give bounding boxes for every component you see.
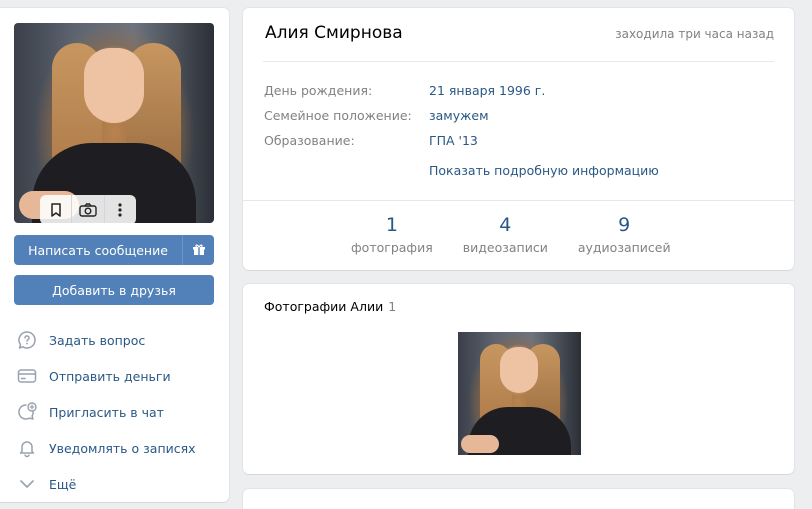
avatar-face <box>84 48 144 123</box>
menu-item-notify-posts[interactable]: Уведомлять о записях <box>16 430 216 466</box>
photo-thumbnail[interactable] <box>458 332 581 455</box>
info-key: Образование: <box>264 133 355 148</box>
counter-label: видеозаписи <box>462 240 548 255</box>
menu-item-label: Пригласить в чат <box>49 404 164 420</box>
left-column-card: Написать сообщение Добавить в друзья Зад… <box>0 8 229 502</box>
show-more-info-link[interactable]: Показать подробную информацию <box>429 163 659 178</box>
divider <box>263 61 774 62</box>
info-row-marital-status: Семейное положение: замужем <box>264 103 545 128</box>
photos-header-link[interactable]: Фотографии Алии 1 <box>264 299 396 314</box>
info-value-link[interactable]: ГПА '13 <box>429 133 478 148</box>
menu-item-label: Отправить деньги <box>49 368 171 384</box>
info-key: Семейное положение: <box>264 108 412 123</box>
camera-icon[interactable] <box>72 195 105 223</box>
profile-name: Алия Смирнова <box>265 23 403 43</box>
next-section-card <box>243 489 794 509</box>
menu-item-label: Задать вопрос <box>49 332 146 348</box>
send-message-label: Написать сообщение <box>28 242 168 258</box>
photos-card: Фотографии Алии 1 <box>243 284 794 474</box>
photos-count: 1 <box>388 299 397 314</box>
bell-icon <box>16 437 38 459</box>
counter-number: 1 <box>385 214 398 236</box>
counter-number: 9 <box>618 214 631 236</box>
profile-counters: 1 фотография 4 видеозаписи 9 аудиозаписе… <box>351 213 701 255</box>
menu-item-send-money[interactable]: Отправить деньги <box>16 358 216 394</box>
photos-title: Фотографии Алии <box>264 299 384 314</box>
info-key: День рождения: <box>264 83 373 98</box>
send-message-button[interactable]: Написать сообщение <box>14 235 214 265</box>
menu-item-label: Уведомлять о записях <box>49 440 196 456</box>
profile-actions-menu: Задать вопрос Отправить деньги Пригласит… <box>16 322 216 502</box>
divider <box>243 200 794 201</box>
add-friend-button[interactable]: Добавить в друзья <box>14 275 214 305</box>
thumb-face <box>500 347 538 393</box>
counter-audios[interactable]: 9 аудиозаписей <box>578 213 671 255</box>
question-bubble-icon <box>16 329 38 351</box>
menu-item-more[interactable]: Ещё <box>16 466 216 502</box>
counter-videos[interactable]: 4 видеозаписи <box>463 213 548 255</box>
profile-avatar[interactable] <box>14 23 214 223</box>
counter-label: фотография <box>351 240 433 255</box>
counter-number: 4 <box>499 214 512 236</box>
chevron-down-icon <box>16 473 38 495</box>
menu-item-invite-chat[interactable]: Пригласить в чат <box>16 394 216 430</box>
counter-label: аудиозаписей <box>577 240 671 255</box>
info-row-education: Образование: ГПА '13 <box>264 128 545 153</box>
avatar-toolbar <box>40 195 136 223</box>
chat-plus-icon <box>16 401 38 423</box>
last-seen-status: заходила три часа назад <box>615 27 774 41</box>
thumb-hands <box>461 435 499 453</box>
card-icon <box>16 365 38 387</box>
gift-icon[interactable] <box>182 235 214 265</box>
bookmark-icon[interactable] <box>40 195 73 223</box>
more-vertical-icon[interactable] <box>105 195 136 223</box>
profile-info-list: День рождения: 21 января 1996 г. Семейно… <box>264 78 545 153</box>
profile-info-card: Алия Смирнова заходила три часа назад Де… <box>243 8 794 270</box>
menu-item-ask-question[interactable]: Задать вопрос <box>16 322 216 358</box>
counter-photos[interactable]: 1 фотография <box>351 213 433 255</box>
info-row-birthday: День рождения: 21 января 1996 г. <box>264 78 545 103</box>
info-value-link[interactable]: 21 января 1996 г. <box>429 83 545 98</box>
info-value-link[interactable]: замужем <box>429 108 489 123</box>
menu-item-label: Ещё <box>49 476 77 492</box>
